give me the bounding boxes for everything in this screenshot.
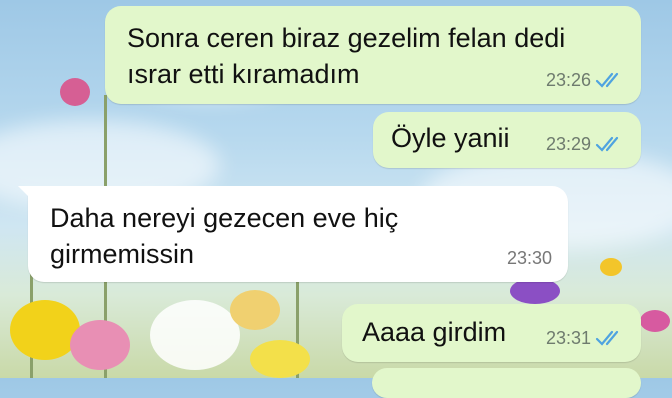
message-bubble-outgoing[interactable]: Öyle yanii 23:29 (373, 112, 641, 168)
message-meta: 23:29 (546, 126, 625, 162)
message-text: Öyle yanii (391, 123, 510, 153)
message-text: Aaaa girdim (362, 317, 507, 347)
message-meta: 23:30 (507, 240, 552, 276)
bubble-tail (18, 186, 32, 200)
message-bubble-partial (372, 368, 641, 398)
double-check-icon (595, 72, 619, 88)
message-time: 23:29 (545, 134, 591, 154)
message-time: 23:30 (506, 248, 552, 268)
double-check-icon (595, 136, 619, 152)
message-time: 23:26 (545, 70, 591, 90)
message-time: 23:31 (545, 328, 591, 348)
message-bubble-incoming[interactable]: Daha nereyi gezecen eve hiç girmemissin … (18, 186, 568, 282)
message-bubble-outgoing[interactable]: Sonra ceren biraz gezelim felan dedi ısr… (105, 6, 641, 104)
double-check-icon (595, 330, 619, 346)
message-list[interactable]: Sonra ceren biraz gezelim felan dedi ısr… (0, 0, 672, 398)
message-text: Sonra ceren biraz gezelim felan dedi ısr… (127, 23, 566, 89)
message-text: Daha nereyi gezecen eve hiç girmemissin (50, 203, 399, 269)
message-bubble-outgoing[interactable]: Aaaa girdim 23:31 (342, 304, 641, 362)
message-meta: 23:31 (546, 320, 625, 356)
message-meta: 23:26 (546, 62, 625, 98)
